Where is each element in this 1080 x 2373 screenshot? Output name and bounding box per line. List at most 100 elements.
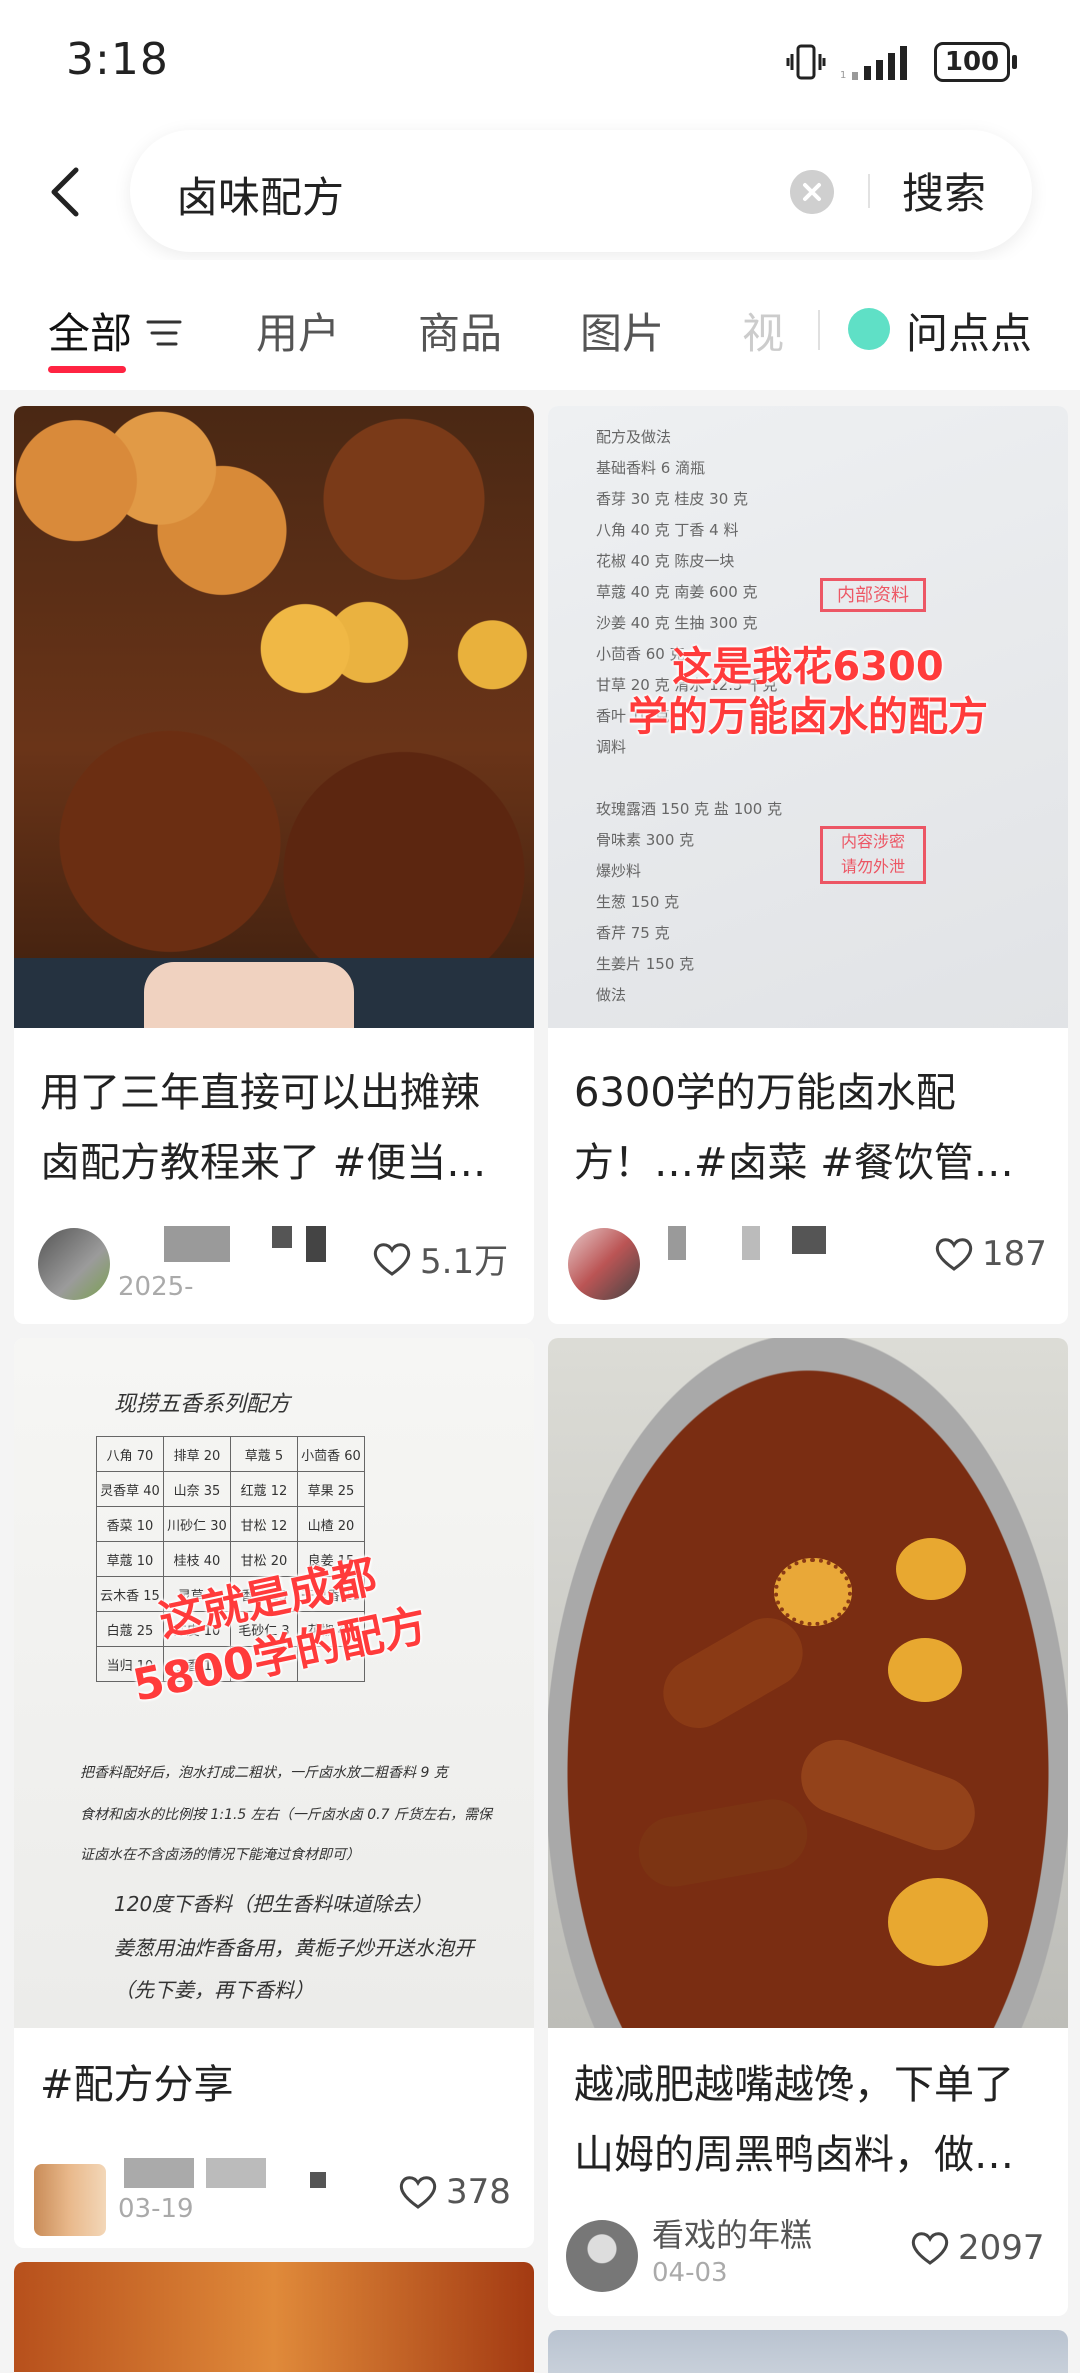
heart-icon — [399, 2176, 437, 2209]
tab-active-indicator — [48, 366, 126, 373]
table-cell: 草蔻 10 — [96, 1541, 164, 1577]
like-button[interactable]: 2097 — [910, 2228, 1045, 2268]
post-date: 2025- — [118, 1272, 194, 1302]
egg — [888, 1878, 988, 1966]
back-arrow-icon[interactable] — [40, 160, 96, 224]
handwritten-note: 证卤水在不含卤汤的情况下能淹过食材即可） — [80, 1847, 360, 1863]
blurred-author-name — [164, 1226, 230, 1262]
table-title: 现捞五香系列配方 — [114, 1392, 291, 1417]
note-cover-image[interactable]: 配方及做法 基础香料 6 滴瓶 香芽 30 克 桂皮 30 克 八角 40 克 … — [548, 406, 1068, 1028]
blurred-author-name — [742, 1226, 760, 1260]
heart-icon — [373, 1242, 411, 1276]
cover-overlay-text: 这是我花6300 学的万能卤水的配方 — [628, 644, 988, 740]
paper-line: 八角 40 克 丁香 4 料 — [596, 521, 739, 539]
note-card[interactable]: 配方及做法 基础香料 6 滴瓶 香芽 30 克 桂皮 30 克 八角 40 克 … — [548, 406, 1068, 1324]
lotus-slice — [774, 1558, 852, 1626]
search-button[interactable]: 搜索 — [902, 160, 986, 221]
table-cell: 桂枝 40 — [163, 1541, 231, 1577]
handwritten-note: 把香料配好后，泡水打成二粗状，一斤卤水放二粗香料 9 克 — [80, 1765, 448, 1781]
like-button[interactable]: 378 — [398, 2172, 511, 2212]
egg — [888, 1638, 962, 1702]
table-cell: 草蔻 5 — [230, 1436, 298, 1472]
signal-icon: 1 — [840, 46, 907, 81]
handwritten-note: 120度下香料（把生香料味道除去） — [114, 1892, 433, 1916]
note-title[interactable]: 越减肥越嘴越馋，下单了山姆的周黑鸭卤料，做… — [574, 2050, 1048, 2190]
ask-tab[interactable]: 问点点 — [906, 300, 1032, 361]
note-card[interactable]: 用了三年直接可以出摊辣卤配方教程来了 #便当… 2025- 5.1万 — [14, 406, 534, 1324]
handwritten-note: 姜葱用油炸香备用，黄栀子炒开送水泡开 — [114, 1936, 474, 1960]
status-bar: 3:18 1 100 — [0, 0, 1080, 120]
blurred-author-name — [272, 1226, 292, 1248]
table-cell: 山奈 35 — [163, 1471, 231, 1507]
blurred-author-name — [792, 1226, 826, 1254]
tab-users[interactable]: 用户 — [256, 300, 340, 361]
like-count: 5.1万 — [420, 1242, 509, 1282]
like-button[interactable]: 5.1万 — [372, 1234, 508, 1283]
note-card[interactable]: 越减肥越嘴越馋，下单了山姆的周黑鸭卤料，做… 看戏的年糕 04-03 2097 — [548, 1338, 1068, 2316]
table-cell: 川砂仁 30 — [163, 1506, 231, 1542]
status-icons: 1 100 — [786, 40, 1017, 84]
ask-dot-icon[interactable] — [848, 308, 890, 350]
note-cover-image[interactable] — [14, 2262, 534, 2372]
note-cover-image[interactable]: 现捞五香系列配方 八角 70 排草 20 草蔻 5 小茴香 60 灵香草 40 山奈 3… — [14, 1338, 534, 2028]
tab-all[interactable]: 全部 — [48, 300, 132, 361]
like-count: 378 — [446, 2172, 511, 2212]
paper-line: 配方及做法 — [596, 428, 672, 446]
note-card[interactable]: 现捞五香系列配方 八角 70 排草 20 草蔻 5 小茴香 60 灵香草 40 山奈 3… — [14, 1338, 534, 2248]
confidential-stamp: 内容涉密 请勿外泄 — [820, 826, 926, 884]
food-piece — [790, 1729, 986, 1861]
handwritten-note: （先下姜，再下香料） — [114, 1978, 314, 2002]
paper-line: 生姜片 150 克 — [596, 955, 695, 973]
like-button[interactable]: 187 — [934, 1234, 1047, 1274]
tab-images[interactable]: 图片 — [580, 300, 664, 361]
filter-icon[interactable] — [146, 318, 182, 348]
handwritten-note: 食材和卤水的比例按 1:1.5 左右（一斤卤水卤 0.7 斤货左右，需保 — [80, 1807, 492, 1823]
egg — [896, 1538, 966, 1600]
table-cell: 灵香草 40 — [96, 1471, 164, 1507]
heart-icon — [935, 1238, 973, 1271]
paper-line: 玫瑰露酒 150 克 盐 100 克 — [596, 800, 783, 818]
hand — [144, 962, 354, 1028]
paper-line: 基础香料 6 滴瓶 — [596, 459, 706, 477]
clear-icon[interactable] — [790, 170, 834, 214]
search-query-text[interactable]: 卤味配方 — [176, 164, 344, 225]
svg-text:1: 1 — [840, 70, 846, 81]
heart-icon — [911, 2232, 949, 2265]
note-title[interactable]: #配方分享 — [40, 2050, 514, 2120]
battery-icon: 100 — [934, 42, 1017, 82]
paper-line — [596, 767, 1036, 797]
post-date: 03-19 — [118, 2194, 194, 2224]
note-card[interactable] — [548, 2330, 1068, 2373]
blurred-author-name — [668, 1226, 686, 1260]
post-date: 04-03 — [652, 2258, 728, 2288]
tab-video[interactable]: 视 — [742, 300, 784, 361]
tab-divider — [818, 310, 820, 350]
note-card[interactable] — [14, 2262, 534, 2373]
author-avatar[interactable] — [566, 2220, 638, 2292]
note-title[interactable]: 用了三年直接可以出摊辣卤配方教程来了 #便当… — [40, 1058, 514, 1198]
table-cell: 山楂 20 — [297, 1506, 365, 1542]
food-piece — [633, 1793, 813, 1893]
author-name[interactable]: 看戏的年糕 — [652, 2210, 812, 2256]
paper-line: 香芹 75 克 — [596, 924, 670, 942]
note-cover-image[interactable] — [14, 406, 534, 1028]
table-cell: 排草 20 — [163, 1436, 231, 1472]
table-cell: 香菜 10 — [96, 1506, 164, 1542]
author-avatar[interactable] — [38, 1228, 110, 1300]
search-input[interactable]: 卤味配方 搜索 — [130, 130, 1032, 252]
author-avatar[interactable] — [568, 1228, 640, 1300]
confidential-stamp: 内部资料 — [820, 578, 926, 612]
note-cover-image[interactable] — [548, 2330, 1068, 2373]
blurred-author-name — [206, 2158, 266, 2188]
paper-line: 做法 — [596, 986, 627, 1004]
note-cover-image[interactable] — [548, 1338, 1068, 2028]
like-count: 187 — [982, 1234, 1047, 1274]
note-title[interactable]: 6300学的万能卤水配方！…#卤菜 #餐饮管… — [574, 1058, 1048, 1198]
vibrate-icon — [786, 44, 826, 80]
author-avatar[interactable] — [34, 2164, 106, 2236]
food-piece — [650, 1605, 816, 1741]
paper-line: 生葱 150 克 — [596, 893, 680, 911]
blurred-author-name — [310, 2172, 326, 2188]
status-time: 3:18 — [66, 34, 169, 85]
tab-products[interactable]: 商品 — [418, 300, 502, 361]
